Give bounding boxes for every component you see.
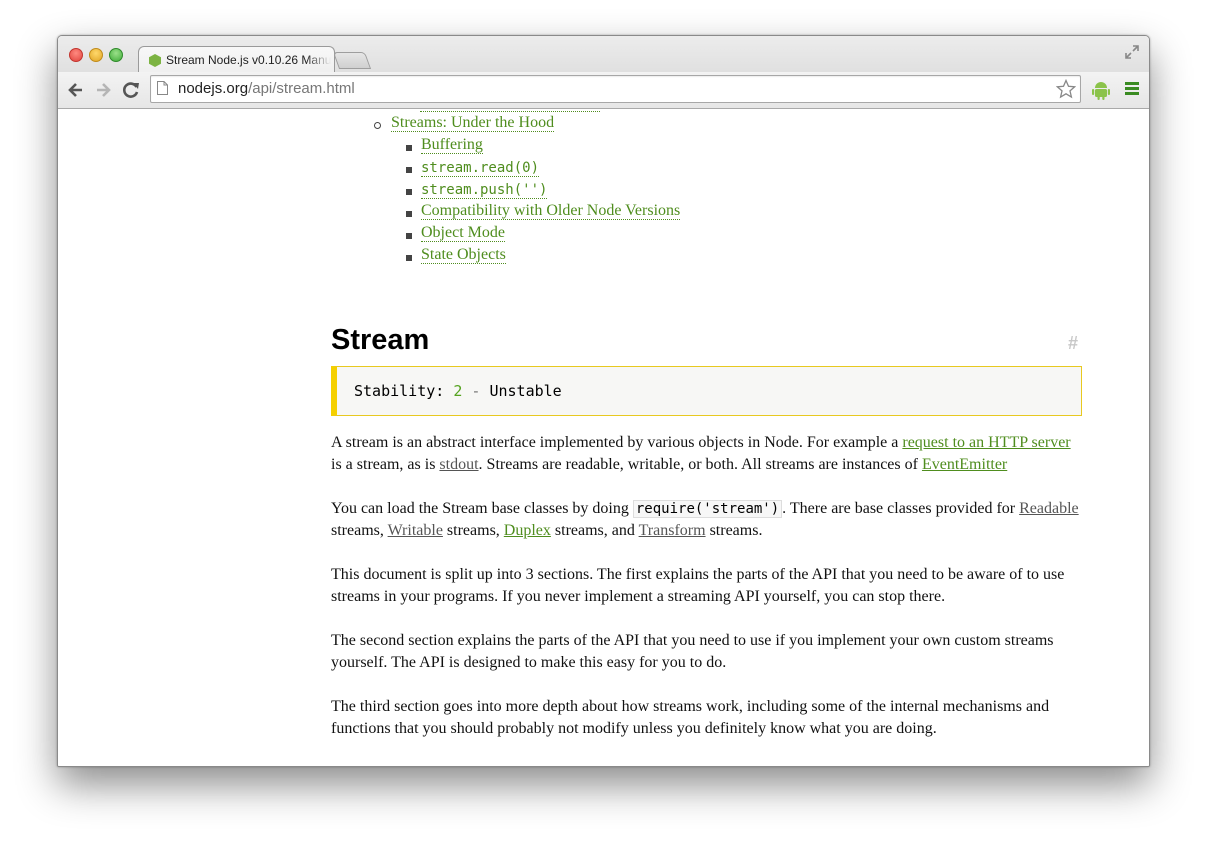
anchor-link[interactable]: # bbox=[1068, 333, 1078, 354]
forward-arrow-icon[interactable] bbox=[93, 80, 113, 100]
link-eventemitter[interactable]: EventEmitter bbox=[922, 456, 1007, 473]
toc-bullet bbox=[406, 255, 412, 261]
tab-title: Stream Node.js v0.10.26 Manual & Documen… bbox=[166, 53, 331, 67]
android-extension-icon[interactable] bbox=[1092, 80, 1110, 100]
address-bar[interactable]: nodejs.org/api/stream.html bbox=[150, 75, 1081, 103]
toc-link-buffering[interactable]: Buffering bbox=[421, 136, 483, 154]
stability-number: 2 bbox=[453, 382, 463, 400]
text: . Streams are readable, writable, or bot… bbox=[478, 456, 922, 473]
toc-link-stream-push[interactable]: stream.push('') bbox=[421, 182, 548, 199]
paragraph-second-section: The second section explains the parts of… bbox=[331, 632, 1054, 671]
link-transform[interactable]: Transform bbox=[639, 522, 706, 539]
text: . There are base classes provided for bbox=[782, 500, 1020, 517]
inline-code: require('stream') bbox=[632, 500, 783, 518]
toc-link-compatibility[interactable]: Compatibility with Older Node Versions bbox=[421, 202, 681, 220]
browser-chrome: Stream Node.js v0.10.26 Manual & Documen… bbox=[58, 36, 1149, 109]
paragraph-third-section: The third section goes into more depth a… bbox=[331, 698, 1050, 737]
browser-menu-icon[interactable] bbox=[1124, 80, 1140, 98]
toc-bullet bbox=[374, 122, 381, 129]
fullscreen-icon[interactable] bbox=[1125, 45, 1139, 59]
link-writable[interactable]: Writable bbox=[388, 522, 443, 539]
url-path: /api/stream.html bbox=[248, 80, 355, 97]
stability-label: Stability: bbox=[354, 382, 445, 400]
bookmark-star-icon[interactable] bbox=[1056, 79, 1076, 99]
link-duplex[interactable]: Duplex bbox=[504, 522, 551, 539]
toc-link-state-objects[interactable]: State Objects bbox=[421, 246, 506, 264]
text: You can load the Stream base classes by … bbox=[331, 500, 633, 517]
toc-partial-link[interactable] bbox=[420, 109, 600, 112]
page-title: Stream bbox=[331, 324, 430, 356]
back-arrow-icon[interactable] bbox=[66, 80, 86, 100]
stability-text: Stability: 2 - Unstable bbox=[354, 382, 562, 400]
toc-bullet bbox=[406, 233, 412, 239]
paragraph-intro: A stream is an abstract interface implem… bbox=[331, 432, 1081, 476]
stability-box: Stability: 2 - Unstable bbox=[331, 366, 1082, 416]
stability-dash: - bbox=[471, 382, 481, 400]
text: streams, and bbox=[550, 522, 639, 539]
toc-link-object-mode[interactable]: Object Mode bbox=[421, 224, 505, 242]
page-content: Streams: Under the Hood Buffering stream… bbox=[58, 109, 1149, 766]
toc-section-link[interactable]: Streams: Under the Hood bbox=[391, 114, 555, 132]
paragraph-sections: This document is split up into 3 section… bbox=[331, 566, 1065, 605]
toc-bullet bbox=[406, 189, 412, 195]
reload-icon[interactable] bbox=[121, 80, 141, 100]
toc-bullet bbox=[406, 145, 412, 151]
paragraph-base-classes: You can load the Stream base classes by … bbox=[331, 498, 1081, 542]
text: streams. bbox=[705, 522, 763, 539]
nodejs-favicon-icon bbox=[149, 54, 161, 67]
close-window-button[interactable] bbox=[69, 48, 83, 62]
text: A stream is an abstract interface implem… bbox=[331, 434, 903, 451]
link-readable[interactable]: Readable bbox=[1019, 500, 1079, 517]
page-icon bbox=[157, 81, 168, 95]
browser-window: Stream Node.js v0.10.26 Manual & Documen… bbox=[57, 35, 1150, 767]
minimize-window-button[interactable] bbox=[89, 48, 103, 62]
text: is a stream, as is bbox=[331, 456, 440, 473]
url-host: nodejs.org bbox=[178, 80, 249, 97]
toc-bullet bbox=[406, 167, 412, 173]
link-stdout[interactable]: stdout bbox=[439, 456, 478, 473]
zoom-window-button[interactable] bbox=[109, 48, 123, 62]
text: streams, bbox=[442, 522, 504, 539]
link-http-server[interactable]: request to an HTTP server bbox=[902, 434, 1070, 451]
toolbar: nodejs.org/api/stream.html bbox=[58, 72, 1149, 108]
url-text: nodejs.org/api/stream.html bbox=[178, 80, 355, 97]
stability-value: Unstable bbox=[489, 382, 562, 400]
toc-bullet bbox=[406, 211, 412, 217]
text: streams, bbox=[331, 522, 388, 539]
browser-tab[interactable]: Stream Node.js v0.10.26 Manual & Documen… bbox=[138, 46, 335, 73]
new-tab-button[interactable] bbox=[332, 52, 372, 69]
toc-link-stream-read[interactable]: stream.read(0) bbox=[421, 160, 540, 177]
